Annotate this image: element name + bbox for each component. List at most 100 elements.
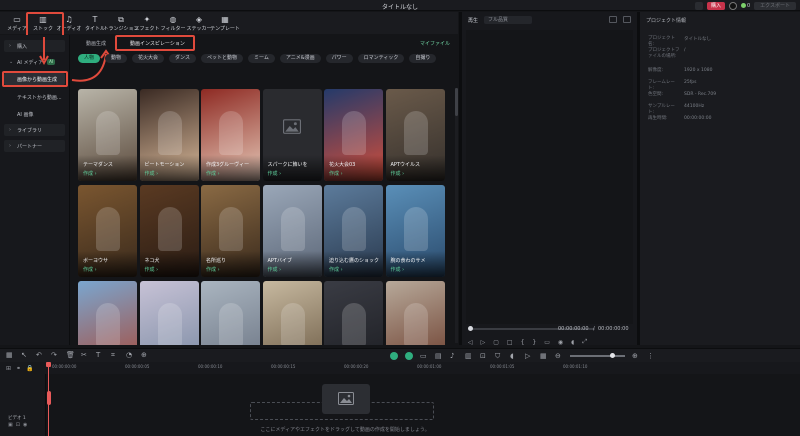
avatar[interactable] (728, 1, 737, 10)
inspiration-card[interactable] (139, 281, 199, 345)
playhead-marker[interactable] (47, 391, 51, 405)
link-icon[interactable]: ⚭ (16, 365, 21, 372)
snapshot-icon[interactable] (623, 16, 631, 23)
delete-icon[interactable]: 🗑 (66, 352, 75, 359)
quality-select[interactable]: フル品質 (484, 16, 533, 24)
sidebar-item-image-to-video[interactable]: 画像から動画生成 (4, 73, 65, 85)
inspiration-card[interactable]: ビートモーション 作成 › (139, 89, 199, 181)
audio-mix-icon[interactable]: ▥ (465, 352, 473, 360)
tool-template[interactable]: ▦ テンプレート (210, 12, 240, 34)
card-create-link[interactable]: 作成 › (268, 170, 282, 177)
tool-media[interactable]: ▭ メディア (4, 12, 30, 34)
sidebar-item-partner[interactable]: › パートナー (4, 140, 65, 152)
sidebar-item-ai-media[interactable]: ⌄ AI メディア AI (4, 56, 65, 68)
ai-tools-icon[interactable] (405, 352, 413, 360)
grid-icon[interactable]: ▦ (6, 352, 13, 359)
caption-icon[interactable]: ▷ (525, 352, 533, 360)
volume-icon[interactable]: ◖ (571, 339, 574, 346)
cut-icon[interactable]: ✂ (81, 352, 88, 359)
mark-out-icon[interactable]: } (532, 339, 536, 346)
preview-stage[interactable] (466, 30, 633, 324)
card-create-link[interactable]: 作成 › (391, 266, 405, 273)
card-create-link[interactable]: 作成 › (206, 170, 220, 177)
select-icon[interactable]: ↖ (21, 352, 28, 359)
undo-icon[interactable]: ↶ (36, 352, 43, 359)
zoom-slider-knob[interactable] (610, 353, 615, 358)
play-icon[interactable]: ▷ (481, 339, 486, 346)
shield-icon[interactable]: ⛉ (495, 352, 503, 360)
category-chip[interactable]: ダンス (169, 54, 196, 63)
sidebar-item-buy[interactable]: › 購入 (4, 40, 65, 52)
stop-icon[interactable]: □ (507, 339, 513, 346)
tool-filter[interactable]: ◍ フィルター (160, 12, 186, 34)
mark-in-icon[interactable]: { (521, 339, 525, 346)
playhead-handle[interactable] (46, 362, 51, 367)
text-icon[interactable]: T (96, 352, 103, 359)
inspiration-card[interactable]: 作成3グルーヴィー 作成 › (201, 89, 260, 181)
tool-transition[interactable]: ⧉ トランジション (104, 12, 139, 34)
category-chip[interactable]: ペットと動物 (200, 54, 243, 63)
split-view-icon[interactable] (609, 16, 617, 23)
inspiration-card[interactable]: 花火大会03 作成 › (324, 89, 383, 181)
tab-video-inspiration[interactable]: 動画インスピレーション (130, 40, 185, 47)
inspiration-card[interactable] (385, 281, 445, 345)
inspiration-card[interactable]: ネコ犬 作成 › (139, 185, 199, 277)
lock-icon[interactable]: 🔒 (26, 365, 33, 372)
fullscreen-icon[interactable]: ⤢ (582, 338, 587, 346)
tool-sticker[interactable]: ◈ ステッカー (186, 12, 212, 34)
card-create-link[interactable]: 作成 › (206, 266, 220, 273)
keyframe-icon[interactable]: ▤ (435, 352, 443, 360)
redo-icon[interactable]: ↷ (51, 352, 58, 359)
tab-video-generate[interactable]: 動画生成 (86, 40, 106, 47)
timeline-ruler[interactable]: 00:00:00:00 00:00:00:05 00:00:00:10 00:00:0… (0, 362, 800, 374)
my-files-link[interactable]: マイファイル (420, 40, 450, 47)
layout-icon[interactable] (694, 1, 703, 10)
inspiration-card[interactable] (324, 281, 383, 345)
tool-effect[interactable]: ✦ エフェクト (134, 12, 160, 34)
sidebar-item-library[interactable]: › ライブラリ (4, 124, 65, 136)
category-chip[interactable]: ロマンティック (357, 54, 405, 63)
inspiration-card[interactable]: スパークに飾いを 作成 › (262, 89, 322, 181)
inspiration-card[interactable] (78, 281, 137, 345)
inspiration-card[interactable]: 名所巡り 作成 › (201, 185, 260, 277)
category-chip[interactable]: アニメ&漫画 (279, 54, 321, 63)
snap-icon[interactable]: ⊡ (480, 352, 488, 360)
sidebar-item-text-to-video[interactable]: テキストから動画... (4, 91, 65, 103)
lock-icon[interactable]: ⊡ (16, 422, 20, 428)
card-create-link[interactable]: 作成 › (268, 266, 282, 273)
tool-audio[interactable]: ♫ オーディオ (56, 12, 82, 34)
layout-icon[interactable]: ▦ (540, 352, 548, 360)
category-chip[interactable]: 動物 (105, 54, 128, 63)
card-create-link[interactable]: 作成 › (83, 266, 97, 273)
zoom-out-icon[interactable]: ⊖ (555, 352, 563, 360)
category-chip[interactable]: 自撮り (409, 54, 437, 63)
playback-knob[interactable] (468, 326, 473, 331)
add-track-icon[interactable]: ⊞ (6, 365, 11, 372)
card-create-link[interactable]: 作成 › (329, 170, 343, 177)
more-options-icon[interactable]: ⋮ (647, 352, 655, 360)
speed-icon[interactable]: ◔ (126, 352, 133, 359)
inspiration-card[interactable] (201, 281, 260, 345)
buy-button[interactable]: 購入 (706, 1, 725, 10)
card-create-link[interactable]: 作成 › (83, 170, 97, 177)
inspiration-card[interactable]: 迫り込む鷹のショック 作成 › (324, 185, 383, 277)
snapshot-icon[interactable]: ◉ (558, 339, 563, 346)
export-button[interactable]: エクスポート (754, 1, 796, 10)
display-icon[interactable]: ▭ (544, 339, 550, 346)
prev-frame-icon[interactable]: ◁ (468, 339, 473, 346)
card-create-link[interactable]: 作成 › (145, 266, 159, 273)
marker-icon[interactable]: ▭ (420, 352, 428, 360)
grid-scrollbar-thumb[interactable] (455, 88, 458, 116)
card-create-link[interactable]: 作成 › (329, 266, 343, 273)
inspiration-card[interactable]: 腕の食わのサメ 作成 › (385, 185, 445, 277)
card-create-link[interactable]: 作成 › (391, 170, 405, 177)
tool-stock[interactable]: ▥ ストック (30, 12, 56, 34)
inspiration-card[interactable]: テーマダンス 作成 › (78, 89, 137, 181)
inspiration-card[interactable]: APTウイルス 作成 › (385, 89, 445, 181)
sidebar-item-ai-image[interactable]: AI 画像 (4, 108, 65, 120)
render-icon[interactable] (390, 352, 398, 360)
zoom-in-icon[interactable]: ⊕ (632, 352, 640, 360)
inspiration-card[interactable] (262, 281, 322, 345)
credits-counter[interactable]: 0 (740, 3, 750, 9)
category-chip[interactable]: ミーム (247, 54, 275, 63)
